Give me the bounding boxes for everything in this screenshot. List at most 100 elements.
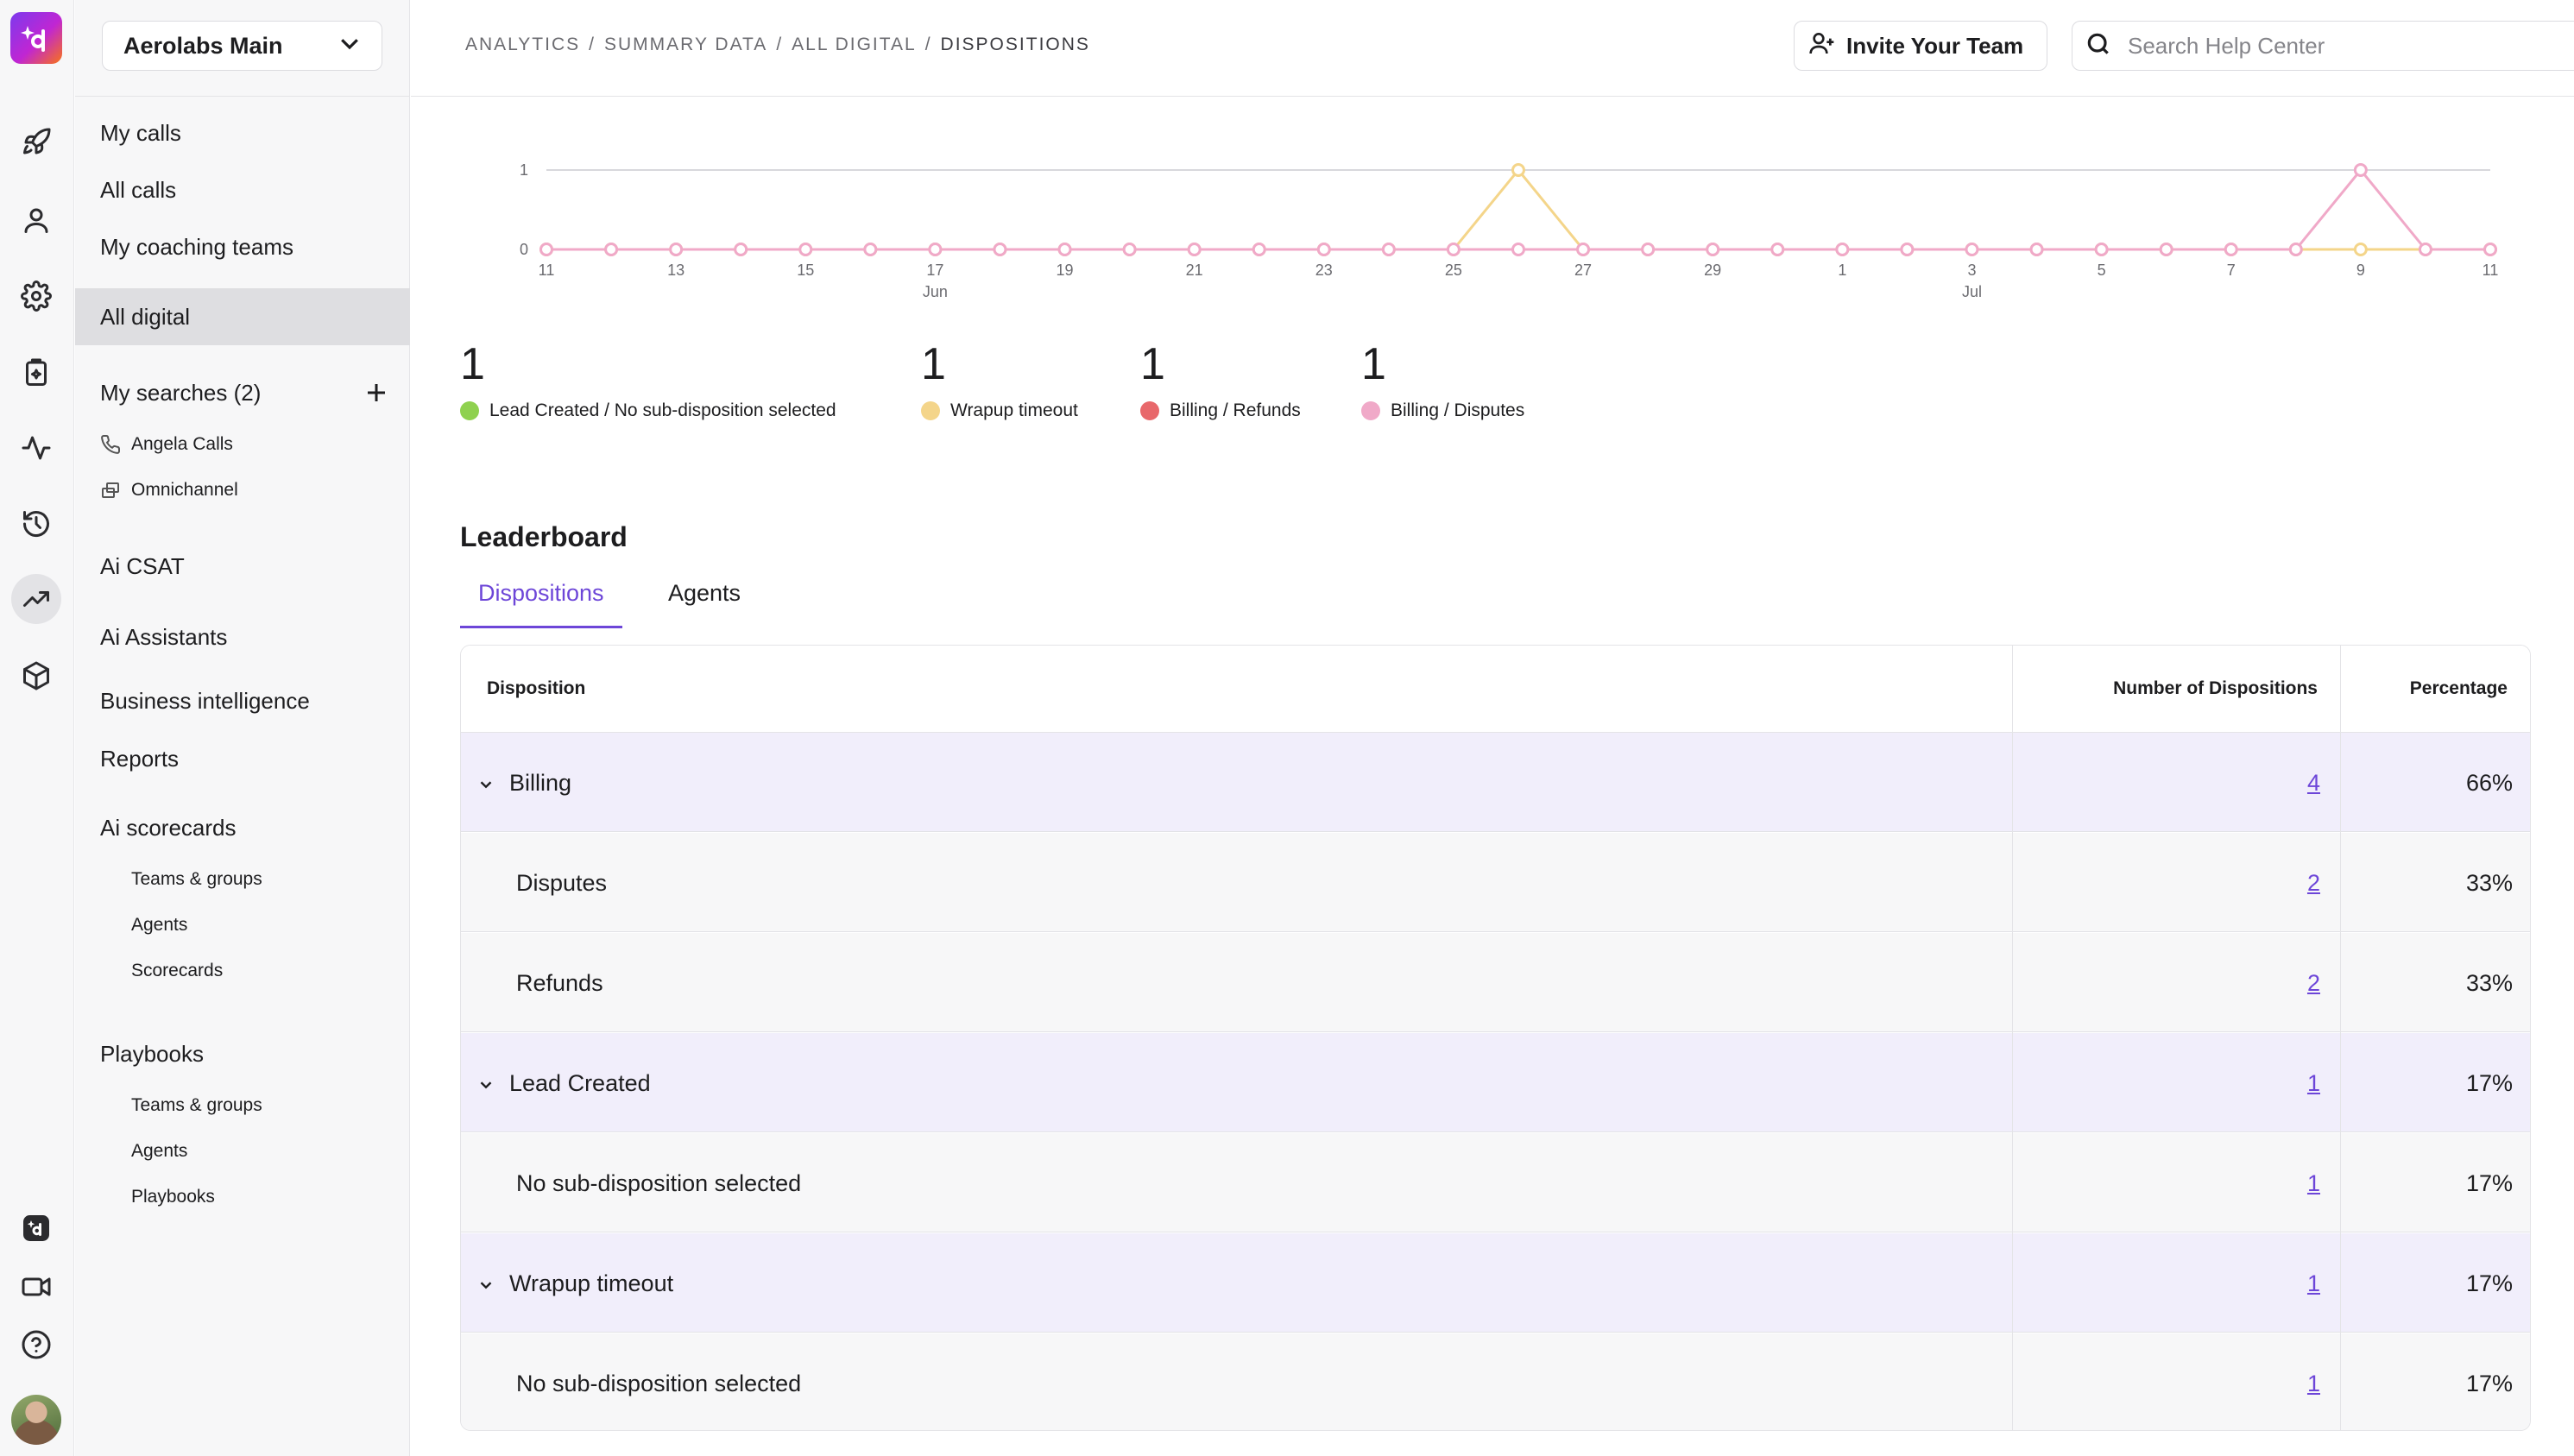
leaderboard-table: Disposition Number of Dispositions Perce… xyxy=(460,645,2531,1431)
history-icon[interactable] xyxy=(11,499,61,549)
sidebar-item-all-calls[interactable]: All calls xyxy=(75,167,410,212)
legend-item[interactable]: Billing / Disputes xyxy=(1361,400,1524,421)
sidebar-subitem-scorecard-teams[interactable]: Teams & groups xyxy=(75,862,410,897)
add-search-icon[interactable] xyxy=(363,380,389,406)
saved-search-label: Omnichannel xyxy=(131,480,238,500)
chevron-down-icon[interactable] xyxy=(476,773,495,792)
column-header-percentage[interactable]: Percentage xyxy=(2410,678,2508,699)
breadcrumb-separator: / xyxy=(589,35,596,54)
total-count: 1 xyxy=(1140,339,1165,389)
disposition-name: Lead Created xyxy=(509,1069,651,1096)
disposition-name: Refunds xyxy=(516,969,603,996)
chevron-down-icon[interactable] xyxy=(476,1274,495,1293)
column-header-count[interactable]: Number of Dispositions xyxy=(2113,678,2318,699)
video-icon[interactable] xyxy=(11,1262,61,1312)
rocket-icon[interactable] xyxy=(11,117,61,167)
count-cell: 2 xyxy=(2307,833,2320,933)
data-point xyxy=(1641,243,1656,256)
legend-item[interactable]: Lead Created / No sub-disposition select… xyxy=(460,400,836,421)
x-tick-label: 1 xyxy=(1838,262,1846,279)
table-row: Disputes 2 33% xyxy=(461,833,2530,933)
avatar[interactable] xyxy=(11,1395,61,1445)
clipboard-sparkle-icon[interactable] xyxy=(11,348,61,398)
x-tick-label: 25 xyxy=(1445,262,1462,279)
sidebar-subitem-scorecard-agents[interactable]: Agents xyxy=(75,908,410,942)
activity-icon[interactable] xyxy=(11,423,61,473)
breadcrumb-separator: / xyxy=(924,35,932,54)
disposition-cell: Disputes xyxy=(516,833,607,933)
brand-icon[interactable] xyxy=(11,1203,61,1253)
chevron-down-icon[interactable] xyxy=(476,1074,495,1093)
breadcrumb-item-all-digital[interactable]: All Digital xyxy=(792,35,917,55)
table-row: No sub-disposition selected 1 17% xyxy=(461,1333,2530,1430)
sidebar-item-business-intelligence[interactable]: Business intelligence xyxy=(75,678,410,723)
data-point xyxy=(604,243,619,256)
percentage-cell: 17% xyxy=(2465,1270,2513,1296)
x-tick-label: 5 xyxy=(2098,262,2106,279)
help-icon[interactable] xyxy=(11,1320,61,1370)
sidebar-item-label: My searches (2) xyxy=(100,379,262,406)
saved-search-omnichannel[interactable]: Omnichannel xyxy=(75,473,410,507)
x-tick-label: 11 xyxy=(2483,262,2499,279)
workspace-selector[interactable]: Aerolabs Main xyxy=(102,21,382,71)
disposition-name: No sub-disposition selected xyxy=(516,1169,802,1196)
disposition-count-link[interactable]: 2 xyxy=(2307,970,2320,997)
saved-search-angela-calls[interactable]: Angela Calls xyxy=(75,427,410,462)
total-count: 1 xyxy=(460,339,485,389)
search-input[interactable] xyxy=(2128,32,2574,60)
sidebar-item-my-calls[interactable]: My calls xyxy=(75,110,410,155)
sidebar-item-my-searches[interactable]: My searches (2) xyxy=(75,370,410,415)
sidebar-item-playbooks[interactable]: Playbooks xyxy=(75,1031,410,1076)
x-tick-label: 15 xyxy=(797,262,814,279)
sidebar-subitem-playbooks[interactable]: Playbooks xyxy=(75,1180,410,1214)
sidebar-item-ai-csat[interactable]: Ai CSAT xyxy=(75,544,410,589)
sidebar-subitem-playbook-agents[interactable]: Agents xyxy=(75,1134,410,1169)
table-row: No sub-disposition selected 1 17% xyxy=(461,1133,2530,1233)
invite-team-button[interactable]: Invite Your Team xyxy=(1794,21,2047,71)
app-logo-icon[interactable] xyxy=(10,12,62,64)
disposition-count-link[interactable]: 2 xyxy=(2307,870,2320,897)
breadcrumb-item-analytics[interactable]: Analytics xyxy=(465,35,580,55)
data-point xyxy=(2483,243,2497,256)
disposition-count-link[interactable]: 4 xyxy=(2307,770,2320,797)
disposition-count-link[interactable]: 1 xyxy=(2307,1170,2320,1197)
person-icon[interactable] xyxy=(11,195,61,245)
top-bar: Analytics / Summary Data / All Digital /… xyxy=(411,0,2574,97)
sidebar-subitem-scorecards[interactable]: Scorecards xyxy=(75,954,410,988)
data-point xyxy=(1187,243,1202,256)
disposition-cell: Lead Created xyxy=(476,1033,651,1133)
sidebar-item-ai-assistants[interactable]: Ai Assistants xyxy=(75,615,410,659)
legend-item[interactable]: Billing / Refunds xyxy=(1140,400,1301,421)
series-line xyxy=(546,167,2490,251)
count-cell: 1 xyxy=(2307,1033,2320,1133)
disposition-cell: No sub-disposition selected xyxy=(516,1133,801,1233)
legend-item[interactable]: Wrapup timeout xyxy=(921,400,1078,421)
table-row-group[interactable]: Billing 4 66% xyxy=(461,733,2530,832)
sidebar-item-all-digital[interactable]: All digital xyxy=(75,288,410,345)
data-point xyxy=(1511,243,1525,256)
disposition-count-link[interactable]: 1 xyxy=(2307,1070,2320,1097)
column-header-disposition[interactable]: Disposition xyxy=(487,678,585,699)
cube-icon[interactable] xyxy=(11,651,61,701)
breadcrumb-separator: / xyxy=(776,35,784,54)
disposition-cell: Wrapup timeout xyxy=(476,1233,673,1333)
workspace-name: Aerolabs Main xyxy=(123,32,283,59)
table-row-group[interactable]: Lead Created 1 17% xyxy=(461,1033,2530,1133)
tab-agents[interactable]: Agents xyxy=(650,580,759,628)
tab-dispositions[interactable]: Dispositions xyxy=(460,580,622,628)
trending-icon[interactable] xyxy=(11,574,61,624)
invite-team-label: Invite Your Team xyxy=(1846,32,2024,59)
data-point xyxy=(539,243,553,256)
gear-icon[interactable] xyxy=(11,271,61,321)
sidebar-item-reports[interactable]: Reports xyxy=(75,736,410,781)
sidebar-subitem-playbook-teams[interactable]: Teams & groups xyxy=(75,1088,410,1123)
disposition-count-link[interactable]: 1 xyxy=(2307,1270,2320,1297)
chevron-down-icon xyxy=(337,30,363,62)
sidebar-item-coaching[interactable]: My coaching teams xyxy=(75,224,410,269)
breadcrumb-item-summary-data[interactable]: Summary Data xyxy=(604,35,767,55)
sidebar-item-ai-scorecards[interactable]: Ai scorecards xyxy=(75,805,410,850)
data-point xyxy=(1965,243,1979,256)
phone-icon xyxy=(100,434,121,455)
disposition-count-link[interactable]: 1 xyxy=(2307,1371,2320,1397)
table-row-group[interactable]: Wrapup timeout 1 17% xyxy=(461,1233,2530,1333)
